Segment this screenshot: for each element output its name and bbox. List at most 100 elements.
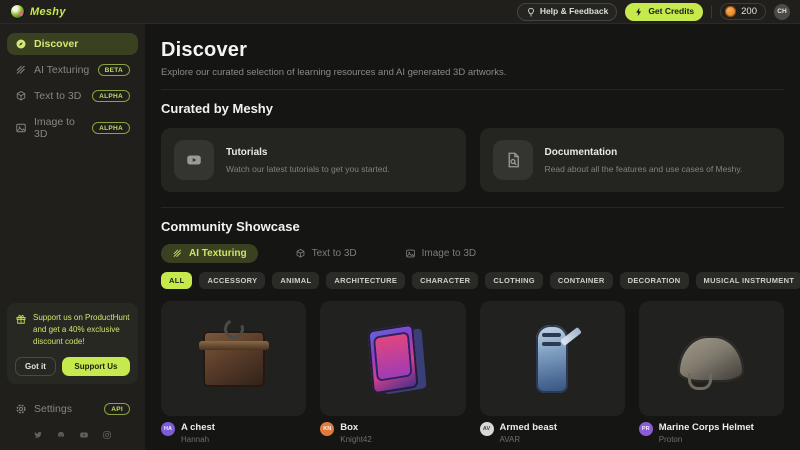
page-header: Discover Explore our curated selection o… — [161, 24, 784, 90]
item-author: AVAR — [500, 435, 558, 444]
filter-chip-clothing[interactable]: CLOTHING — [485, 272, 543, 289]
logo-text: Meshy — [30, 6, 66, 18]
showcase-item: KN Box Knight42 — [320, 301, 465, 444]
sidebar-item-image-to-3d[interactable]: Image to 3D ALPHA — [7, 111, 138, 145]
credits-balance[interactable]: 200 — [720, 3, 766, 20]
card-title: Tutorials — [226, 147, 390, 158]
support-us-button[interactable]: Support Us — [62, 357, 130, 376]
showcase-grid: HA A chest Hannah KN — [161, 301, 784, 444]
filter-chip-animal[interactable]: ANIMAL — [272, 272, 319, 289]
tab-image-to-3d[interactable]: Image to 3D — [394, 244, 487, 263]
sidebar-item-text-to-3d[interactable]: Text to 3D ALPHA — [7, 85, 138, 107]
tutorials-card[interactable]: Tutorials Watch our latest tutorials to … — [161, 128, 466, 192]
help-feedback-button[interactable]: Help & Feedback — [517, 3, 618, 21]
author-avatar[interactable]: AV — [480, 422, 494, 436]
got-it-button[interactable]: Got it — [15, 357, 56, 376]
curated-section: Curated by Meshy Tutorials Watch our lat… — [161, 90, 784, 208]
sidebar-item-label: Image to 3D — [34, 116, 85, 140]
author-avatar[interactable]: KN — [320, 422, 334, 436]
model-thumbnail-helmet[interactable] — [639, 301, 784, 416]
item-title: Box — [340, 422, 372, 433]
twitter-icon[interactable] — [33, 430, 43, 440]
model-thumbnail-box[interactable] — [320, 301, 465, 416]
card-title: Documentation — [545, 147, 743, 158]
model-thumbnail-chest[interactable] — [161, 301, 306, 416]
support-text: Support us on ProductHunt and get a 40% … — [33, 312, 130, 348]
tab-text-to-3d[interactable]: Text to 3D — [284, 244, 368, 263]
image-icon — [405, 248, 416, 259]
item-caption-text: Armed beast AVAR — [500, 422, 558, 444]
instagram-icon[interactable] — [102, 430, 112, 440]
filter-chip-accessory[interactable]: ACCESSORY — [199, 272, 265, 289]
tab-ai-texturing[interactable]: AI Texturing — [161, 244, 258, 263]
author-avatar[interactable]: PR — [639, 422, 653, 436]
item-author: Knight42 — [340, 435, 372, 444]
item-author: Hannah — [181, 435, 215, 444]
page-subtitle: Explore our curated selection of learnin… — [161, 67, 784, 78]
documentation-card-text: Documentation Read about all the feature… — [545, 147, 743, 174]
sidebar-item-ai-texturing[interactable]: AI Texturing BETA — [7, 59, 138, 81]
item-caption-text: A chest Hannah — [181, 422, 215, 444]
topbar-divider — [711, 6, 712, 18]
sidebar: Discover AI Texturing BETA Text to 3D AL… — [0, 24, 145, 450]
sidebar-item-discover[interactable]: Discover — [7, 33, 138, 55]
item-author: Proton — [659, 435, 754, 444]
sidebar-item-settings[interactable]: Settings API — [7, 398, 138, 420]
coin-icon — [725, 6, 736, 17]
discord-icon[interactable] — [56, 430, 66, 440]
image-icon — [15, 122, 27, 134]
armed-beast-model-image — [536, 325, 568, 393]
page-title: Discover — [161, 39, 784, 62]
lightning-icon — [634, 7, 644, 17]
topbar: Meshy Help & Feedback Get Credits 200 CH — [0, 0, 800, 24]
model-thumbnail-armed-beast[interactable] — [480, 301, 625, 416]
filter-chip-decoration[interactable]: DECORATION — [620, 272, 689, 289]
tab-label: AI Texturing — [189, 248, 247, 259]
alpha-badge: ALPHA — [92, 90, 130, 102]
user-avatar[interactable]: CH — [774, 4, 790, 20]
filter-chip-all[interactable]: ALL — [161, 272, 192, 289]
sidebar-item-label: AI Texturing — [34, 64, 89, 76]
filter-chip-container[interactable]: CONTAINER — [550, 272, 613, 289]
cube-icon — [15, 90, 27, 102]
filter-chip-character[interactable]: CHARACTER — [412, 272, 478, 289]
curated-cards: Tutorials Watch our latest tutorials to … — [161, 128, 784, 192]
diagonal-stripes-icon — [15, 64, 27, 76]
logo[interactable]: Meshy — [10, 4, 66, 19]
showcase-heading: Community Showcase — [161, 219, 784, 234]
showcase-tabs: AI Texturing Text to 3D Image to 3D — [161, 244, 784, 263]
filter-chip-musical-instrument[interactable]: MUSICAL INSTRUMENT — [696, 272, 800, 289]
support-actions: Got it Support Us — [15, 357, 130, 376]
social-links — [7, 420, 138, 442]
document-search-icon — [493, 140, 533, 180]
compass-icon — [15, 38, 27, 50]
get-credits-label: Get Credits — [648, 7, 694, 16]
lightbulb-icon — [526, 7, 536, 17]
showcase-section: Community Showcase AI Texturing Text to … — [161, 208, 784, 444]
support-banner: Support us on ProductHunt and get a 40% … — [7, 303, 138, 384]
meshy-app: Meshy Help & Feedback Get Credits 200 CH… — [0, 0, 800, 450]
youtube-icon[interactable] — [79, 430, 89, 440]
tutorials-card-text: Tutorials Watch our latest tutorials to … — [226, 147, 390, 174]
author-avatar[interactable]: HA — [161, 422, 175, 436]
main-content: Discover Explore our curated selection o… — [145, 24, 800, 450]
box-model-image — [367, 323, 418, 394]
beta-badge: BETA — [98, 64, 130, 76]
item-caption: KN Box Knight42 — [320, 422, 465, 444]
tab-label: Text to 3D — [312, 248, 357, 259]
documentation-card[interactable]: Documentation Read about all the feature… — [480, 128, 785, 192]
get-credits-button[interactable]: Get Credits — [625, 3, 703, 21]
play-button-icon — [174, 140, 214, 180]
curated-heading: Curated by Meshy — [161, 101, 784, 116]
item-caption-text: Marine Corps Helmet Proton — [659, 422, 754, 444]
item-caption: HA A chest Hannah — [161, 422, 306, 444]
help-feedback-label: Help & Feedback — [540, 7, 609, 16]
cube-icon — [295, 248, 306, 259]
tab-label: Image to 3D — [422, 248, 476, 259]
item-title: Armed beast — [500, 422, 558, 433]
api-badge: API — [104, 403, 130, 415]
topbar-actions: Help & Feedback Get Credits 200 CH — [517, 3, 790, 21]
item-title: A chest — [181, 422, 215, 433]
app-shell: Discover AI Texturing BETA Text to 3D AL… — [0, 24, 800, 450]
filter-chip-architecture[interactable]: ARCHITECTURE — [326, 272, 405, 289]
